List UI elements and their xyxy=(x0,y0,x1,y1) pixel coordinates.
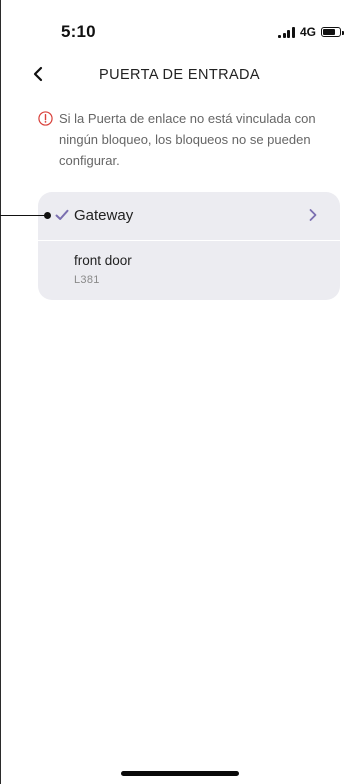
home-indicator[interactable] xyxy=(121,771,239,776)
gateway-row[interactable]: Gateway xyxy=(38,192,340,240)
warning-text: Si la Puerta de enlace no está vinculada… xyxy=(59,111,316,168)
status-indicators: 4G xyxy=(278,25,344,39)
navigation-bar: PUERTA DE ENTRADA xyxy=(0,56,359,96)
lock-name: front door xyxy=(74,253,132,268)
gateway-card: Gateway front door L381 xyxy=(38,192,340,300)
lock-model: L381 xyxy=(74,274,100,286)
status-bar: 5:10 4G xyxy=(0,0,359,52)
chevron-right-icon xyxy=(309,209,317,221)
page-title: PUERTA DE ENTRADA xyxy=(99,67,260,83)
check-icon xyxy=(55,209,69,220)
network-label: 4G xyxy=(299,25,316,39)
lock-list-item: front door L381 xyxy=(38,241,340,300)
callout-line xyxy=(0,215,48,217)
exclamation-circle-icon xyxy=(38,111,53,126)
battery-fill xyxy=(323,29,335,35)
warning-message: Si la Puerta de enlace no está vinculada… xyxy=(38,110,338,171)
gateway-label: Gateway xyxy=(74,207,134,224)
left-edge-rule xyxy=(0,0,1,784)
callout-dot xyxy=(44,212,51,219)
status-time: 5:10 xyxy=(61,22,96,41)
battery-icon xyxy=(321,27,344,37)
signal-icon xyxy=(278,26,295,38)
